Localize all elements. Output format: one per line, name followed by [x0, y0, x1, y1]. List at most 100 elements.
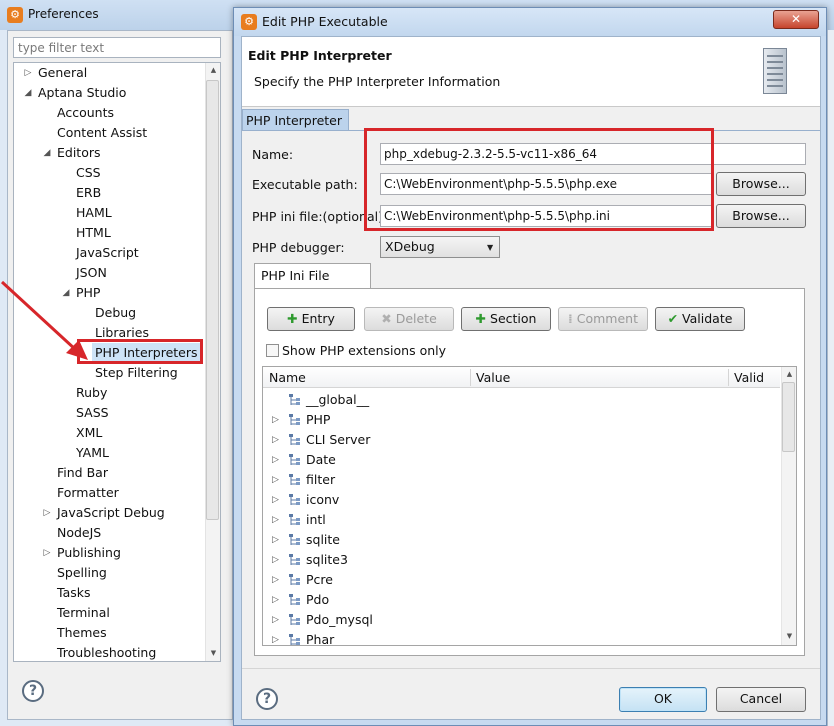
expanded-twisty-icon[interactable]: ◢: [42, 143, 52, 163]
section-tree-icon: [289, 574, 300, 585]
section-tree-icon: [289, 554, 300, 565]
entry-button[interactable]: ✚ Entry: [267, 307, 355, 331]
browse-executable-button[interactable]: Browse...: [716, 172, 806, 196]
scroll-down-arrow-icon[interactable]: ▼: [206, 646, 221, 661]
tree-item[interactable]: HTML: [76, 223, 111, 243]
expanded-twisty-icon[interactable]: ◢: [23, 83, 33, 103]
collapsed-twisty-icon[interactable]: ▷: [272, 595, 279, 605]
dialog-help-icon[interactable]: ?: [256, 688, 278, 710]
delete-button[interactable]: ✖ Delete: [364, 307, 454, 331]
table-row[interactable]: Pdo_mysql: [306, 610, 373, 630]
collapsed-twisty-icon[interactable]: ▷: [272, 615, 279, 625]
table-row[interactable]: Pcre: [306, 570, 333, 590]
preferences-title: Preferences: [28, 7, 99, 21]
section-tree-icon: [289, 474, 300, 485]
tree-item[interactable]: Themes: [57, 623, 107, 643]
tree-item[interactable]: SASS: [76, 403, 109, 423]
dialog-footer-separator: [242, 668, 820, 669]
table-row[interactable]: sqlite: [306, 530, 340, 550]
tree-item[interactable]: Publishing: [57, 543, 121, 563]
table-row[interactable]: sqlite3: [306, 550, 348, 570]
tree-item[interactable]: Content Assist: [57, 123, 147, 143]
table-row[interactable]: Pdo: [306, 590, 329, 610]
collapsed-twisty-icon[interactable]: ▷: [272, 555, 279, 565]
ok-button[interactable]: OK: [619, 687, 707, 712]
collapsed-twisty-icon[interactable]: ▷: [272, 495, 279, 505]
tree-item[interactable]: Editors: [57, 143, 101, 163]
collapsed-twisty-icon[interactable]: ▷: [272, 435, 279, 445]
table-row[interactable]: iconv: [306, 490, 339, 510]
browse-ini-button[interactable]: Browse...: [716, 204, 806, 228]
scroll-up-arrow-icon[interactable]: ▲: [782, 367, 797, 382]
add-section-icon: ✚: [475, 311, 487, 326]
table-row[interactable]: CLI Server: [306, 430, 370, 450]
delete-x-icon: ✖: [381, 311, 392, 326]
tree-item[interactable]: Accounts: [57, 103, 114, 123]
section-tree-icon: [289, 594, 300, 605]
tree-item[interactable]: Debug: [95, 303, 136, 323]
dialog-header-title: Edit PHP Interpreter: [248, 48, 392, 63]
preferences-help-icon[interactable]: ?: [22, 680, 44, 702]
table-row[interactable]: __global__: [306, 390, 369, 410]
column-header-valid[interactable]: Valid: [734, 370, 764, 385]
tree-item[interactable]: Formatter: [57, 483, 119, 503]
table-row[interactable]: filter: [306, 470, 335, 490]
collapsed-twisty-icon[interactable]: ▷: [272, 415, 279, 425]
chevron-down-icon[interactable]: ▼: [487, 243, 493, 252]
tree-item[interactable]: ERB: [76, 183, 101, 203]
tree-item[interactable]: Step Filtering: [95, 363, 178, 383]
table-row[interactable]: intl: [306, 510, 326, 530]
show-php-extensions-checkbox[interactable]: [266, 344, 279, 357]
comment-button[interactable]: ⁞ Comment: [558, 307, 648, 331]
collapsed-twisty-icon[interactable]: ▷: [272, 575, 279, 585]
scroll-down-arrow-icon[interactable]: ▼: [782, 629, 797, 644]
collapsed-twisty-icon[interactable]: ▷: [42, 543, 52, 563]
collapsed-twisty-icon[interactable]: ▷: [272, 535, 279, 545]
collapsed-twisty-icon[interactable]: ▷: [272, 635, 279, 645]
tree-item[interactable]: Aptana Studio: [38, 83, 126, 103]
scroll-up-arrow-icon[interactable]: ▲: [206, 63, 221, 78]
table-row[interactable]: Date: [306, 450, 336, 470]
tree-item[interactable]: Troubleshooting: [57, 643, 156, 663]
collapsed-twisty-icon[interactable]: ▷: [272, 515, 279, 525]
tree-item[interactable]: NodeJS: [57, 523, 101, 543]
section-tree-icon: [289, 434, 300, 445]
tree-item[interactable]: Spelling: [57, 563, 107, 583]
tree-scroll-thumb[interactable]: [206, 80, 219, 520]
tree-item[interactable]: General: [38, 63, 87, 83]
tree-item[interactable]: HAML: [76, 203, 112, 223]
ini-table-scroll-thumb[interactable]: [782, 382, 795, 452]
tree-item[interactable]: Ruby: [76, 383, 107, 403]
tree-item[interactable]: CSS: [76, 163, 101, 183]
cancel-button[interactable]: Cancel: [716, 687, 806, 712]
collapsed-twisty-icon[interactable]: ▷: [42, 503, 52, 523]
tab-php-ini-file-editor[interactable]: PHP Ini File Editor: [254, 263, 371, 307]
tree-item[interactable]: YAML: [76, 443, 109, 463]
section-tree-icon: [289, 494, 300, 505]
tree-item[interactable]: Find Bar: [57, 463, 108, 483]
section-tree-icon: [289, 394, 300, 405]
column-separator[interactable]: [728, 369, 729, 386]
column-header-value[interactable]: Value: [476, 370, 510, 385]
tree-item[interactable]: Terminal: [57, 603, 110, 623]
table-row[interactable]: Phar: [306, 630, 334, 650]
collapsed-twisty-icon[interactable]: ▷: [272, 455, 279, 465]
tree-item[interactable]: Tasks: [57, 583, 91, 603]
dialog-close-button[interactable]: ✕: [773, 10, 819, 29]
php-debugger-select[interactable]: XDebug: [380, 236, 500, 258]
collapsed-twisty-icon[interactable]: ▷: [272, 475, 279, 485]
section-button[interactable]: ✚ Section: [461, 307, 551, 331]
section-tree-icon: [289, 454, 300, 465]
tree-item[interactable]: XML: [76, 423, 102, 443]
column-separator[interactable]: [470, 369, 471, 386]
section-tree-icon: [289, 634, 300, 645]
tree-item[interactable]: JavaScript Debug: [57, 503, 165, 523]
column-header-name[interactable]: Name: [269, 370, 306, 385]
collapsed-twisty-icon[interactable]: ▷: [23, 63, 33, 83]
tab-php-interpreter[interactable]: PHP Interpreter: [242, 109, 349, 131]
table-row[interactable]: PHP: [306, 410, 330, 430]
php-debugger-label: PHP debugger:: [252, 240, 345, 255]
validate-button[interactable]: ✔ Validate: [655, 307, 745, 331]
filter-input[interactable]: [13, 37, 221, 58]
checkmark-icon: ✔: [667, 311, 679, 326]
